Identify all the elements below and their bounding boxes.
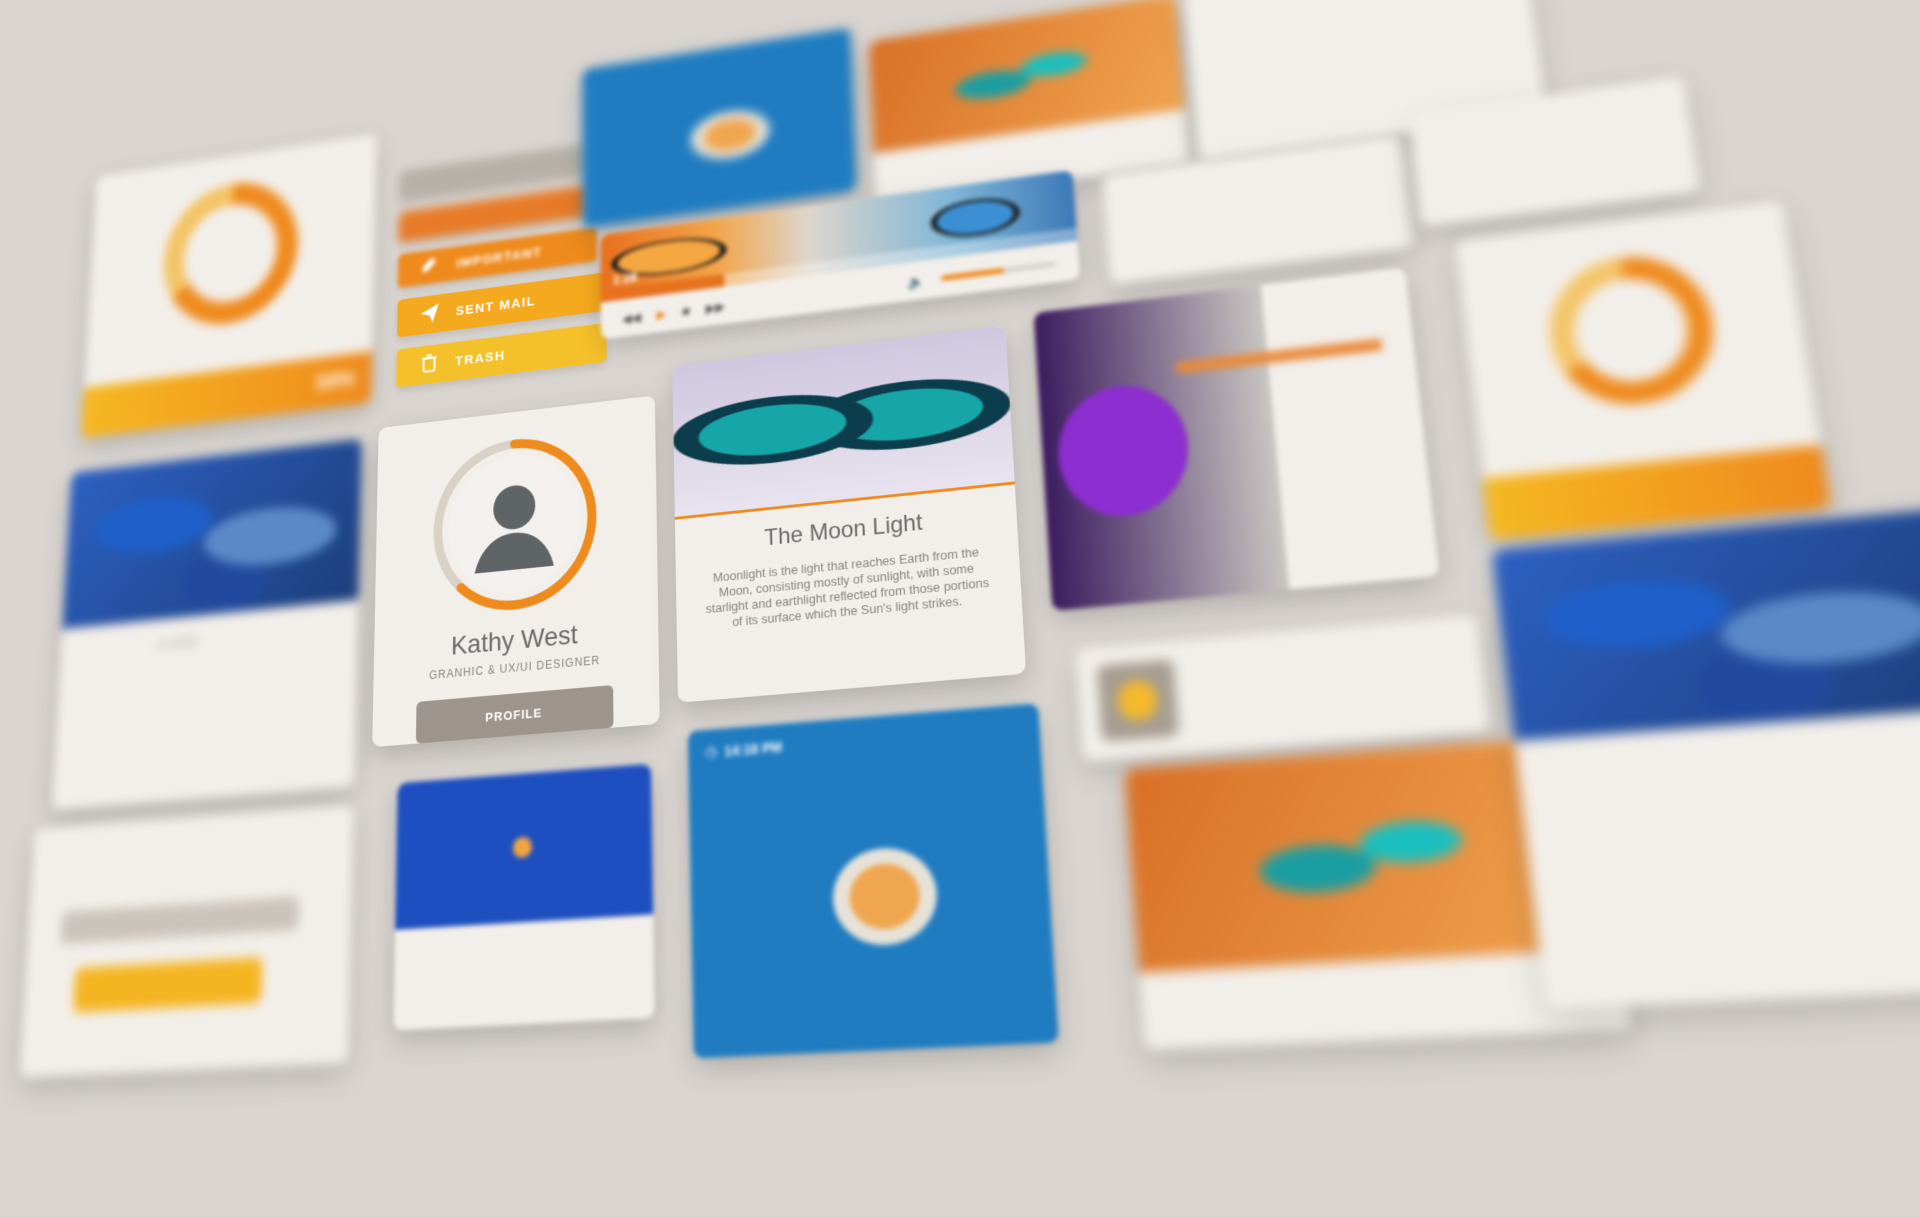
fish-card-top — [582, 27, 858, 229]
coral-photo — [395, 763, 654, 930]
profile-card: Kathy West GRANHIC & UX/UI DESIGNER PROF… — [372, 395, 660, 748]
stat-percent: 34% — [315, 366, 356, 396]
weather-caption: in 2016 — [157, 633, 199, 653]
paper-plane-icon — [419, 300, 441, 329]
purple-butterfly-photo — [1033, 285, 1290, 611]
button-stack: IMPORTANT SENT MAIL TRASH — [395, 142, 607, 444]
donut-card-right — [1455, 201, 1832, 540]
trash-button-label: TRASH — [455, 347, 506, 369]
avatar-ring — [426, 423, 603, 624]
butterfly-photo — [869, 0, 1185, 154]
stones-photo — [62, 438, 362, 630]
fast-forward-icon[interactable]: ▶▶ — [706, 298, 726, 316]
donut-stat-strip: 34% — [81, 351, 372, 439]
volume-track[interactable] — [941, 261, 1056, 282]
purple-butterfly-card — [1033, 267, 1440, 611]
volume-icon[interactable]: 🔈 — [908, 273, 925, 290]
ui-kit-board: 34% IMPORTANT SENT MAIL TRASH 1:28 ◀◀ ▶ … — [3, 0, 1920, 1218]
donut-chart-icon — [148, 160, 312, 346]
butterfly-teal-photo — [672, 325, 1015, 520]
stop-icon[interactable]: ■ — [682, 303, 690, 318]
rewind-icon[interactable]: ◀◀ — [622, 309, 641, 326]
stones-card: in 2016 — [51, 438, 362, 810]
weather-mini-card — [1075, 614, 1491, 762]
volume-fill — [941, 267, 1005, 282]
stones-caption: in 2016 — [157, 634, 198, 653]
important-button-label: IMPORTANT — [456, 244, 542, 271]
donut-stat-card: 34% — [81, 134, 377, 439]
stones-photo-right — [1491, 507, 1920, 741]
sun-icon — [1096, 659, 1179, 742]
coral-card — [393, 763, 655, 1031]
form-field[interactable] — [60, 896, 300, 945]
fish-card-bottom: ◷ 14:18 PM — [687, 703, 1059, 1059]
clock-icon: ◷ — [705, 742, 717, 760]
form-button[interactable] — [73, 957, 263, 1013]
sun-glyph — [1116, 679, 1159, 722]
form-card-bottom-left — [19, 805, 354, 1078]
stones-card-right — [1491, 507, 1920, 1010]
play-icon[interactable]: ▶ — [657, 306, 667, 322]
avatar-ring-svg — [426, 423, 603, 624]
moon-light-card: The Moon Light Moonlight is the light th… — [672, 325, 1027, 703]
sent-mail-button-label: SENT MAIL — [455, 293, 536, 319]
trash-icon — [418, 350, 440, 379]
donut-right-icon — [1521, 229, 1745, 431]
rocket-icon — [419, 253, 441, 281]
profile-button[interactable]: PROFILE — [415, 684, 614, 744]
